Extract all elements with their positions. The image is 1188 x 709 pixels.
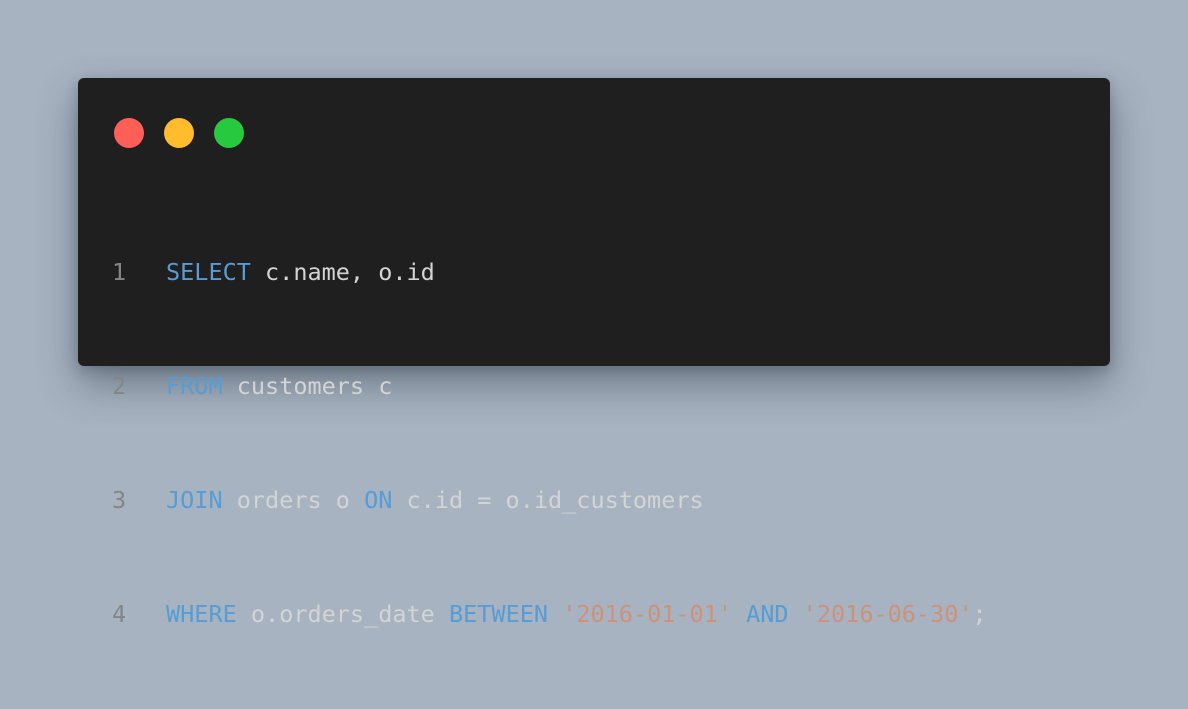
line-number: 3 (112, 486, 127, 514)
minimize-dot-icon[interactable] (164, 118, 194, 148)
sql-text: c.name, o.id (250, 258, 435, 286)
code-line: 3 JOIN orders o ON c.id = o.id_customers (112, 481, 987, 519)
sql-string: '2016-06-30' (802, 600, 973, 628)
sql-string: '2016-01-01' (562, 600, 732, 628)
window-controls (114, 118, 244, 148)
sql-text: ; (972, 600, 987, 628)
line-content: FROM customers c (166, 367, 392, 405)
sql-keyword: WHERE (166, 600, 237, 628)
sql-text: o.orders_date (236, 600, 449, 628)
code-block: 1 SELECT c.name, o.id 2 FROM customers c… (112, 177, 987, 709)
code-line: 1 SELECT c.name, o.id (112, 253, 987, 291)
code-line: 4 WHERE o.orders_date BETWEEN '2016-01-0… (112, 595, 987, 633)
line-content: JOIN orders o ON c.id = o.id_customers (166, 481, 704, 519)
sql-text: orders o (222, 486, 365, 514)
close-dot-icon[interactable] (114, 118, 144, 148)
sql-text: c.id = o.id_customers (392, 486, 704, 514)
zoom-dot-icon[interactable] (214, 118, 244, 148)
line-number: 2 (112, 372, 127, 400)
sql-keyword: FROM (166, 372, 223, 400)
sql-keyword: ON (364, 486, 393, 514)
code-line: 2 FROM customers c (112, 367, 987, 405)
sql-keyword: BETWEEN (448, 600, 549, 628)
line-content: SELECT c.name, o.id (166, 253, 435, 291)
sql-keyword: SELECT (166, 258, 251, 286)
code-window: 1 SELECT c.name, o.id 2 FROM customers c… (78, 78, 1110, 628)
sql-text: customers c (222, 372, 393, 400)
line-content: WHERE o.orders_date BETWEEN '2016-01-01'… (166, 595, 987, 633)
sql-keyword: AND (746, 600, 789, 628)
line-number: 4 (112, 600, 127, 628)
line-number: 1 (112, 258, 127, 286)
sql-keyword: JOIN (166, 486, 223, 514)
